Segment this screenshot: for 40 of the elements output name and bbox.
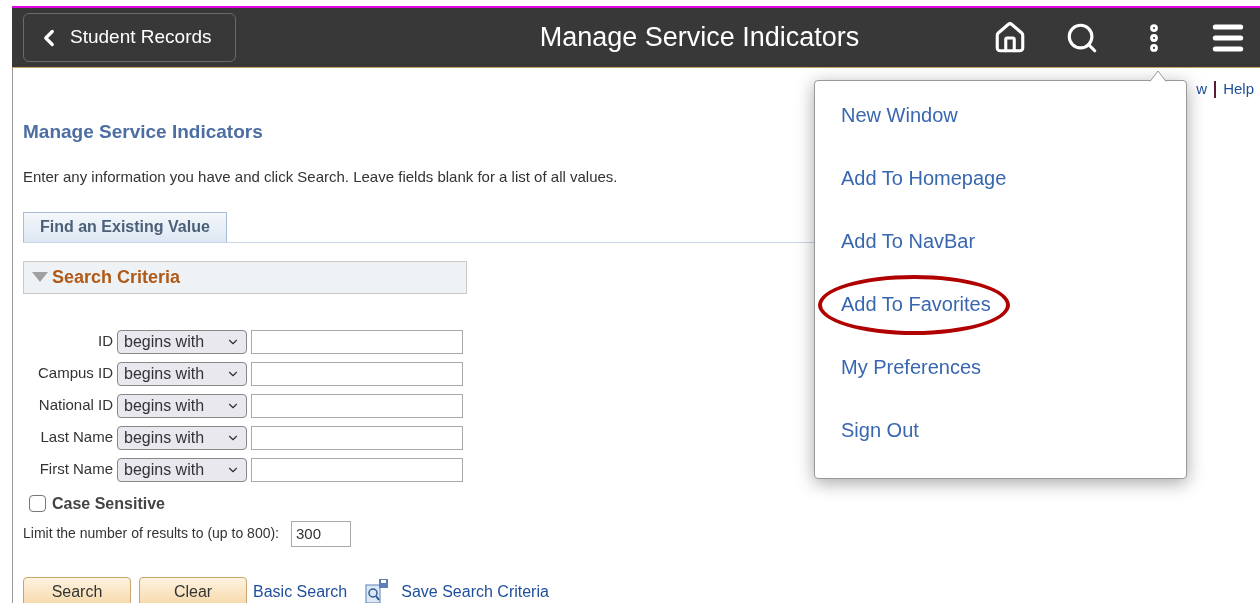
menu-item[interactable]: Sign Out: [841, 415, 919, 445]
menu-item[interactable]: Add To Homepage: [841, 163, 1007, 193]
field-label: Last Name: [39, 427, 113, 448]
input-field[interactable]: [251, 329, 463, 354]
field-label: Campus ID: [36, 363, 113, 384]
checkbox[interactable]: [29, 495, 46, 512]
save-search-link[interactable]: Save Search Criteria: [401, 579, 549, 603]
triangle-icon: [32, 272, 48, 282]
back-button[interactable]: Student Records: [23, 13, 236, 62]
operator-select[interactable]: begins with: [117, 329, 247, 354]
input-field[interactable]: [251, 457, 463, 482]
page-title: Manage Service Indicators: [23, 119, 264, 144]
save-search-icon[interactable]: [365, 578, 390, 603]
operator-select[interactable]: begins with: [117, 425, 247, 450]
action-button[interactable]: Clear: [139, 576, 247, 603]
menu-item[interactable]: Add To NavBar: [841, 226, 976, 256]
menu-item[interactable]: My Preferences: [841, 352, 982, 382]
limit-label: Limit the number of results to (up to 800):: [23, 524, 279, 543]
menu-item[interactable]: Add To Favorites: [841, 289, 991, 319]
instructions: Enter any information you have and click Search. Leave fields blank for a list of all values.: [23, 167, 618, 187]
checkbox-label: Case Sensitive: [52, 493, 165, 514]
basic-search-link[interactable]: Basic Search: [253, 579, 348, 603]
input-field[interactable]: [251, 393, 463, 418]
action-button[interactable]: Search: [23, 576, 131, 603]
limit-field[interactable]: 300: [291, 520, 351, 547]
input-field[interactable]: [251, 361, 463, 386]
menu-item[interactable]: New Window: [841, 100, 958, 130]
home-icon[interactable]: [993, 20, 1027, 55]
operator-select[interactable]: begins with: [117, 393, 247, 418]
field-label: First Name: [38, 459, 113, 480]
tab[interactable]: Find an Existing Value: [23, 211, 227, 242]
help-link[interactable]: Help: [1223, 78, 1254, 101]
section-header[interactable]: Search Criteria: [23, 260, 467, 294]
field-label: National ID: [37, 395, 113, 416]
input-field[interactable]: [251, 425, 463, 450]
field-label: ID: [97, 331, 113, 352]
top-link[interactable]: w: [1196, 78, 1208, 101]
window-title: Manage Service Indicators: [539, 21, 860, 55]
operator-select[interactable]: begins with: [117, 361, 247, 386]
operator-select[interactable]: begins with: [117, 457, 247, 482]
